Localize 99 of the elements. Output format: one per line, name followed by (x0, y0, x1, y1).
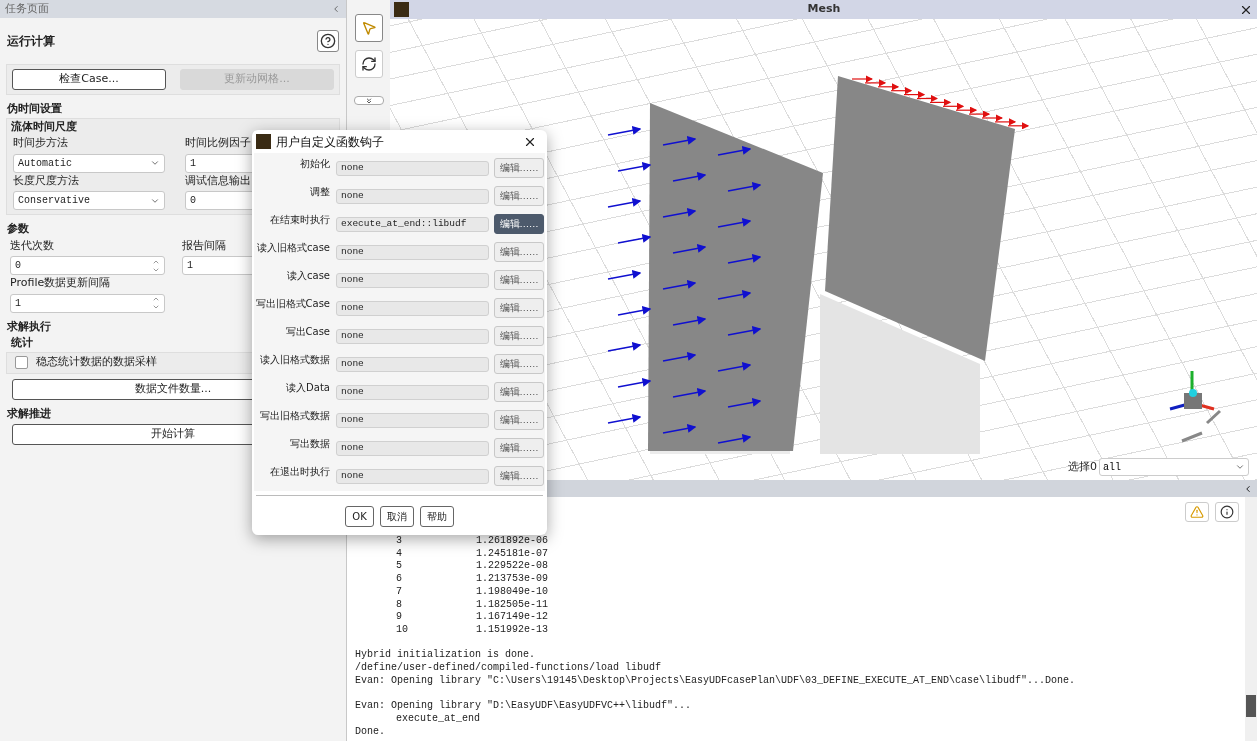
dialog-title: 用户自定义函数钩子 (276, 133, 384, 151)
residual-value: 1.198049e-10 (475, 585, 548, 599)
hook-value-field: none (336, 301, 489, 316)
section-title: 求解推进 (7, 405, 51, 422)
iteration-number: 7 (395, 585, 403, 599)
edit-button[interactable]: 编辑…… (494, 466, 544, 486)
residual-value: 1.167149e-12 (475, 611, 548, 624)
scrollbar[interactable] (1245, 497, 1257, 741)
iteration-number: 10 (395, 623, 409, 637)
hook-value-field: none (336, 385, 489, 400)
rotate-icon[interactable] (354, 50, 383, 78)
iteration-number: 5 (395, 560, 403, 574)
dialog-button[interactable]: 取消 (379, 506, 414, 527)
hook-label: 调整 (309, 185, 330, 199)
dropdown[interactable]: Automatic (13, 153, 165, 173)
dialog-button[interactable]: 帮助 (419, 506, 454, 527)
app-logo-icon (256, 134, 271, 149)
console-line: Done. (355, 725, 386, 739)
panel-title: 任务页面 (5, 0, 49, 17)
hook-label: 在退出时执行 (269, 465, 330, 479)
select-pointer-icon[interactable] (354, 14, 383, 42)
hook-value-field: none (336, 441, 489, 456)
console-line: Evan: Opening library "D:\EasyUDF\EasyUDFVC++\libudf"... (355, 700, 693, 713)
collapse-icon[interactable] (1243, 483, 1253, 494)
info-icon[interactable] (1215, 502, 1239, 522)
edit-button[interactable]: 编辑…… (494, 354, 544, 374)
field-label: 时间步方法 (13, 135, 68, 151)
field-label: 时间比例因子 (185, 135, 251, 151)
graphics-title: Mesh (807, 1, 841, 18)
select-dropdown[interactable]: all (1099, 458, 1249, 476)
hook-value-field: none (336, 189, 489, 204)
edit-button[interactable]: 编辑…… (494, 410, 544, 430)
hook-label: 读入旧格式case (256, 241, 330, 255)
edit-button[interactable]: 编辑…… (494, 438, 544, 458)
page-heading: 运行计算 (7, 33, 55, 50)
panel-button[interactable]: 检查Case... (12, 69, 166, 90)
edit-button[interactable]: 编辑…… (494, 158, 544, 178)
input-field[interactable]: 0 (10, 256, 165, 275)
input-field[interactable]: 1 (10, 293, 165, 313)
edit-button[interactable]: 编辑…… (494, 214, 544, 234)
console-line: /define/user-defined/compiled-functions/load libudf (355, 662, 663, 675)
select-label: 选择0 (1068, 458, 1097, 475)
collapse-icon[interactable] (331, 4, 341, 14)
checkbox[interactable] (15, 356, 28, 369)
residual-value: 1.261892e-06 (475, 535, 548, 548)
dropdown-caret-icon (150, 158, 160, 168)
spinner-icon[interactable] (152, 295, 160, 311)
hook-label: 初始化 (299, 157, 330, 171)
console-line: Hybrid initialization is done. (355, 649, 537, 662)
hook-label: 写出Case (284, 325, 330, 339)
hook-label: 写出旧格式Case (254, 297, 330, 311)
hook-value-field: none (336, 413, 489, 428)
edit-button[interactable]: 编辑…… (494, 242, 544, 262)
dropdown[interactable]: Conservative (13, 191, 165, 210)
iteration-number: 9 (395, 611, 403, 624)
dialog-button[interactable]: OK (345, 506, 374, 527)
iteration-number: 3 (395, 535, 403, 548)
hook-value-field: execute_at_end::libudf (336, 217, 489, 232)
hook-value-field: none (336, 273, 489, 288)
edit-button[interactable]: 编辑…… (494, 298, 544, 318)
console-line: Evan: Opening library "C:\Users\19145\Desktop\Projects\EasyUDFcasePlan\UDF\03_DEFINE_EXECUTE_AT_END\case\libudf"...Done. (355, 674, 1077, 688)
edit-button[interactable]: 编辑…… (494, 270, 544, 290)
hook-label: 读入case (286, 269, 330, 283)
edit-button[interactable]: 编辑…… (494, 382, 544, 402)
iteration-number: 4 (395, 547, 403, 561)
edit-button[interactable]: 编辑…… (494, 326, 544, 346)
hook-label: 在结束时执行 (269, 213, 330, 227)
field-label: Profile数据更新间隔 (10, 275, 111, 291)
hook-value-field: none (336, 245, 489, 260)
section-title: 伪时间设置 (7, 101, 62, 117)
group-title: 流体时间尺度 (11, 118, 77, 135)
checkbox-label: 稳态统计数据的数据采样 (36, 354, 157, 371)
field-label: 迭代次数 (10, 237, 54, 254)
group-title: 统计 (11, 335, 33, 351)
expand-icon[interactable] (353, 96, 384, 105)
console-line: execute_at_end (395, 712, 481, 726)
edit-button[interactable]: 编辑…… (494, 186, 544, 206)
section-title: 求解执行 (7, 318, 51, 335)
field-label: 报告间隔 (182, 237, 226, 254)
dropdown-caret-icon (1235, 462, 1245, 472)
hook-label: 读入旧格式数据 (259, 353, 330, 367)
hook-value-field: none (336, 357, 489, 372)
residual-value: 1.151992e-13 (475, 623, 548, 637)
hook-label: 写出旧格式数据 (259, 409, 330, 423)
app-logo-icon (394, 2, 409, 17)
help-icon[interactable] (317, 30, 339, 52)
residual-value: 1.182505e-11 (475, 598, 548, 612)
residual-value: 1.213753e-09 (475, 573, 548, 586)
iteration-number: 6 (395, 573, 403, 586)
field-label: 调试信息输出 (185, 172, 251, 189)
hook-value-field: none (336, 161, 489, 176)
hook-label: 读入Data (285, 381, 330, 395)
hook-value-field: none (336, 469, 489, 484)
iteration-number: 8 (395, 598, 403, 612)
residual-value: 1.229522e-08 (475, 560, 548, 574)
section-title: 参数 (7, 221, 29, 237)
hook-value-field: none (336, 329, 489, 344)
residual-value: 1.245181e-07 (475, 547, 548, 561)
field-label: 长度尺度方法 (13, 172, 79, 189)
